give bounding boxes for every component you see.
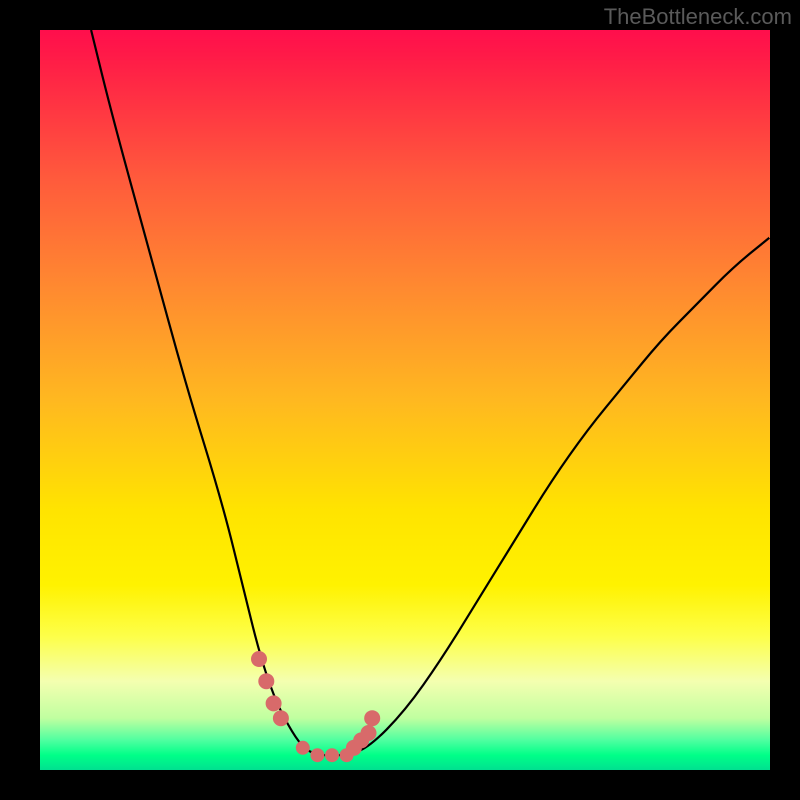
highlight-marker (296, 741, 310, 755)
highlight-marker (364, 710, 380, 726)
watermark-text: TheBottleneck.com (604, 4, 792, 30)
highlight-marker (325, 748, 339, 762)
chart-plot-area (40, 30, 770, 770)
bottleneck-curve-svg (40, 30, 770, 770)
highlight-marker (258, 673, 274, 689)
highlight-marker (266, 695, 282, 711)
highlight-marker (251, 651, 267, 667)
highlight-marker (273, 710, 289, 726)
highlight-markers (251, 651, 380, 762)
highlight-marker (361, 725, 377, 741)
bottleneck-curve-path (91, 30, 770, 755)
highlight-marker (310, 748, 324, 762)
